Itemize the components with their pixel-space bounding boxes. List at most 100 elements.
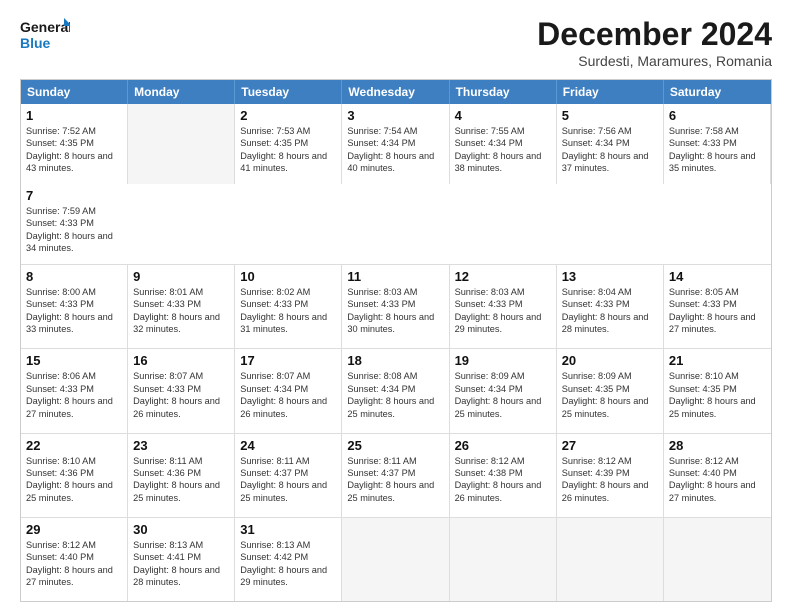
day-number: 14 [669,269,766,284]
calendar-cell: 28 Sunrise: 8:12 AM Sunset: 4:40 PM Dayl… [664,434,771,517]
daylight-text: Daylight: 8 hours and 40 minutes. [347,150,443,175]
day-number: 27 [562,438,658,453]
sunrise-text: Sunrise: 8:03 AM [347,286,443,298]
calendar: SundayMondayTuesdayWednesdayThursdayFrid… [20,79,772,602]
sunrise-text: Sunrise: 8:12 AM [669,455,766,467]
main-title: December 2024 [537,16,772,53]
daylight-text: Daylight: 8 hours and 32 minutes. [133,311,229,336]
day-number: 16 [133,353,229,368]
calendar-header-cell: Saturday [664,80,771,104]
calendar-cell: 16 Sunrise: 8:07 AM Sunset: 4:33 PM Dayl… [128,349,235,432]
calendar-cell: 23 Sunrise: 8:11 AM Sunset: 4:36 PM Dayl… [128,434,235,517]
sunrise-text: Sunrise: 8:10 AM [669,370,766,382]
sunset-text: Sunset: 4:33 PM [133,383,229,395]
sunrise-text: Sunrise: 7:54 AM [347,125,443,137]
sunrise-text: Sunrise: 8:12 AM [26,539,122,551]
day-number: 19 [455,353,551,368]
calendar-cell: 24 Sunrise: 8:11 AM Sunset: 4:37 PM Dayl… [235,434,342,517]
day-number: 17 [240,353,336,368]
sunrise-text: Sunrise: 7:56 AM [562,125,658,137]
sunset-text: Sunset: 4:39 PM [562,467,658,479]
calendar-cell: 9 Sunrise: 8:01 AM Sunset: 4:33 PM Dayli… [128,265,235,348]
daylight-text: Daylight: 8 hours and 29 minutes. [455,311,551,336]
calendar-cell: 11 Sunrise: 8:03 AM Sunset: 4:33 PM Dayl… [342,265,449,348]
sunrise-text: Sunrise: 8:07 AM [240,370,336,382]
calendar-cell [450,518,557,601]
calendar-week: 15 Sunrise: 8:06 AM Sunset: 4:33 PM Dayl… [21,349,771,433]
day-number: 30 [133,522,229,537]
sunrise-text: Sunrise: 8:02 AM [240,286,336,298]
sunrise-text: Sunrise: 8:12 AM [455,455,551,467]
daylight-text: Daylight: 8 hours and 25 minutes. [347,479,443,504]
day-number: 6 [669,108,765,123]
calendar-header-cell: Thursday [450,80,557,104]
day-number: 25 [347,438,443,453]
calendar-cell: 8 Sunrise: 8:00 AM Sunset: 4:33 PM Dayli… [21,265,128,348]
sunrise-text: Sunrise: 8:11 AM [240,455,336,467]
calendar-body: 1 Sunrise: 7:52 AM Sunset: 4:35 PM Dayli… [21,104,771,601]
day-number: 26 [455,438,551,453]
day-number: 31 [240,522,336,537]
sunset-text: Sunset: 4:33 PM [669,137,765,149]
sunset-text: Sunset: 4:42 PM [240,551,336,563]
daylight-text: Daylight: 8 hours and 38 minutes. [455,150,551,175]
calendar-cell: 19 Sunrise: 8:09 AM Sunset: 4:34 PM Dayl… [450,349,557,432]
calendar-cell: 18 Sunrise: 8:08 AM Sunset: 4:34 PM Dayl… [342,349,449,432]
day-number: 22 [26,438,122,453]
daylight-text: Daylight: 8 hours and 28 minutes. [562,311,658,336]
day-number: 10 [240,269,336,284]
calendar-cell: 12 Sunrise: 8:03 AM Sunset: 4:33 PM Dayl… [450,265,557,348]
daylight-text: Daylight: 8 hours and 25 minutes. [26,479,122,504]
calendar-cell: 20 Sunrise: 8:09 AM Sunset: 4:35 PM Dayl… [557,349,664,432]
calendar-cell [557,518,664,601]
calendar-week: 29 Sunrise: 8:12 AM Sunset: 4:40 PM Dayl… [21,518,771,601]
calendar-header-row: SundayMondayTuesdayWednesdayThursdayFrid… [21,80,771,104]
day-number: 8 [26,269,122,284]
sunrise-text: Sunrise: 7:52 AM [26,125,122,137]
calendar-cell: 15 Sunrise: 8:06 AM Sunset: 4:33 PM Dayl… [21,349,128,432]
sunset-text: Sunset: 4:33 PM [240,298,336,310]
subtitle: Surdesti, Maramures, Romania [537,53,772,69]
calendar-cell: 14 Sunrise: 8:05 AM Sunset: 4:33 PM Dayl… [664,265,771,348]
sunset-text: Sunset: 4:34 PM [562,137,658,149]
calendar-cell: 7 Sunrise: 7:59 AM Sunset: 4:33 PM Dayli… [21,184,128,264]
sunset-text: Sunset: 4:37 PM [347,467,443,479]
sunset-text: Sunset: 4:34 PM [347,137,443,149]
day-number: 1 [26,108,122,123]
sunset-text: Sunset: 4:36 PM [133,467,229,479]
day-number: 13 [562,269,658,284]
daylight-text: Daylight: 8 hours and 27 minutes. [669,479,766,504]
day-number: 9 [133,269,229,284]
daylight-text: Daylight: 8 hours and 26 minutes. [240,395,336,420]
sunset-text: Sunset: 4:33 PM [347,298,443,310]
svg-text:General: General [20,19,70,35]
day-number: 7 [26,188,123,203]
sunset-text: Sunset: 4:35 PM [26,137,122,149]
daylight-text: Daylight: 8 hours and 26 minutes. [562,479,658,504]
sunrise-text: Sunrise: 8:11 AM [133,455,229,467]
calendar-cell: 5 Sunrise: 7:56 AM Sunset: 4:34 PM Dayli… [557,104,664,184]
sunrise-text: Sunrise: 8:13 AM [133,539,229,551]
sunrise-text: Sunrise: 8:08 AM [347,370,443,382]
daylight-text: Daylight: 8 hours and 27 minutes. [26,564,122,589]
day-number: 24 [240,438,336,453]
sunrise-text: Sunrise: 8:04 AM [562,286,658,298]
calendar-cell: 27 Sunrise: 8:12 AM Sunset: 4:39 PM Dayl… [557,434,664,517]
calendar-cell: 26 Sunrise: 8:12 AM Sunset: 4:38 PM Dayl… [450,434,557,517]
sunrise-text: Sunrise: 8:00 AM [26,286,122,298]
calendar-cell: 17 Sunrise: 8:07 AM Sunset: 4:34 PM Dayl… [235,349,342,432]
sunrise-text: Sunrise: 7:58 AM [669,125,765,137]
daylight-text: Daylight: 8 hours and 34 minutes. [26,230,123,255]
daylight-text: Daylight: 8 hours and 35 minutes. [669,150,765,175]
day-number: 3 [347,108,443,123]
day-number: 11 [347,269,443,284]
sunset-text: Sunset: 4:33 PM [26,298,122,310]
sunrise-text: Sunrise: 8:05 AM [669,286,766,298]
svg-text:Blue: Blue [20,35,51,51]
day-number: 4 [455,108,551,123]
day-number: 15 [26,353,122,368]
daylight-text: Daylight: 8 hours and 28 minutes. [133,564,229,589]
calendar-cell: 10 Sunrise: 8:02 AM Sunset: 4:33 PM Dayl… [235,265,342,348]
sunset-text: Sunset: 4:35 PM [562,383,658,395]
sunset-text: Sunset: 4:35 PM [240,137,336,149]
